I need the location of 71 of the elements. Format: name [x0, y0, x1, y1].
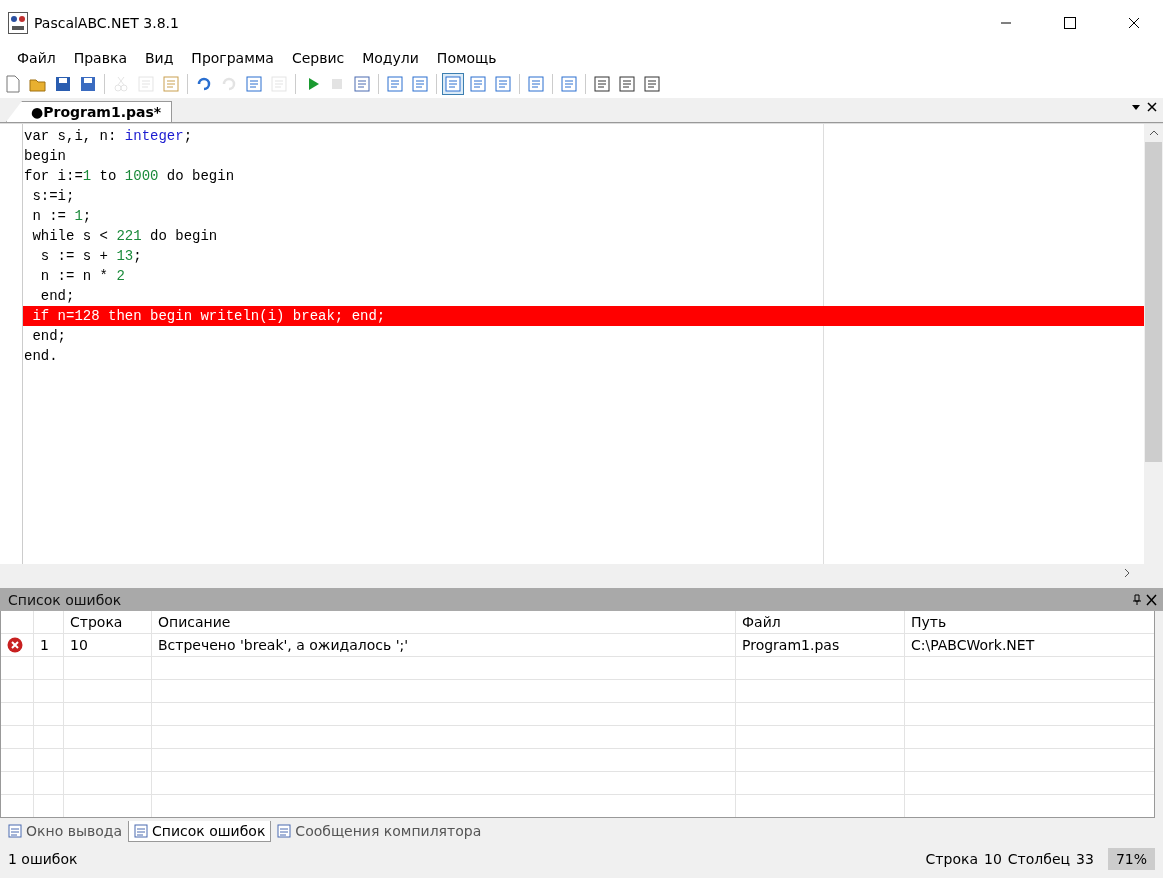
column-header[interactable]: Файл: [736, 611, 905, 634]
panel-tab[interactable]: Сообщения компилятора: [271, 821, 488, 842]
code-line: s:=i;: [31, 187, 76, 206]
toolbar-icon: [643, 75, 661, 93]
column-header[interactable]: Строка: [64, 611, 152, 634]
menu-item[interactable]: Сервис: [282, 50, 354, 66]
menu-item[interactable]: Правка: [64, 50, 136, 66]
window-title: PascalABC.NET 3.8.1: [34, 15, 180, 31]
table-cell-text: C:\PABCWork.NET: [910, 636, 1036, 655]
panel-tab[interactable]: Окно вывода: [2, 821, 129, 842]
list-icon: [8, 824, 22, 838]
list-icon: [134, 824, 149, 838]
toolbar-button[interactable]: [616, 73, 638, 95]
pin-icon[interactable]: [1131, 593, 1157, 606]
error-icon: [7, 637, 23, 653]
toolbar-icon: [162, 75, 180, 93]
menu-item[interactable]: Программа: [182, 50, 283, 66]
toolbar-icon: [593, 75, 611, 93]
toolbar-icon: [618, 75, 636, 93]
menu-item[interactable]: Файл: [8, 50, 65, 66]
panel-title: Список ошибок: [8, 591, 122, 608]
code-line: var s,i, n: integer;: [23, 127, 194, 146]
toolbar-button[interactable]: [442, 73, 464, 95]
column-header[interactable]: Путь: [905, 611, 1154, 634]
status-value: 10: [984, 851, 1002, 867]
code-line: end;: [31, 327, 67, 346]
toolbar-icon: [245, 75, 263, 93]
menu-item[interactable]: Помощь: [427, 50, 506, 66]
document-tab[interactable]: ●Program1.pas*: [6, 101, 173, 122]
toolbar-icon: [411, 75, 429, 93]
toolbar-button[interactable]: [641, 73, 663, 95]
toolbar-icon: [79, 75, 97, 93]
toolbar-icon: [494, 75, 512, 93]
panel-tab[interactable]: Список ошибок: [128, 821, 272, 842]
table-cell-text: 10: [69, 636, 89, 655]
table-cell-text: 1: [39, 636, 50, 655]
toolbar-button[interactable]: [591, 73, 613, 95]
close-icon[interactable]: [1147, 102, 1157, 112]
close-icon: [1128, 17, 1140, 29]
dropdown-icon[interactable]: [1131, 102, 1141, 112]
table-cell-text: Встречено 'break', а ожидалось ';': [157, 636, 410, 655]
list-icon: [277, 824, 292, 838]
code-line: n := n * 2: [39, 267, 126, 286]
code-line: for i:=1 to 1000 do begin: [23, 167, 236, 186]
toolbar-icon: [386, 75, 404, 93]
table-cell-text: Program1.pas: [741, 636, 841, 655]
app-logo-icon: [8, 12, 28, 34]
code-line: end;: [39, 287, 76, 306]
status-value: 33: [1076, 851, 1094, 867]
menu-item[interactable]: Вид: [135, 50, 183, 66]
toolbar-icon: [444, 75, 462, 93]
toolbar-icon: [469, 75, 487, 93]
menu-item[interactable]: Модули: [353, 50, 428, 66]
toolbar-icon: [560, 75, 578, 93]
code-line: n := 1;: [31, 207, 93, 226]
scissors-icon: [112, 75, 130, 93]
code-line: end.: [23, 347, 59, 366]
floppy-icon: [54, 75, 72, 93]
maximize-icon: [1064, 17, 1076, 29]
status-label: Строка: [925, 851, 978, 867]
code-line: begin: [23, 147, 67, 166]
status-message: 1 ошибок: [8, 851, 79, 867]
toolbar-icon: [527, 75, 545, 93]
code-line: s := s + 13;: [39, 247, 143, 266]
zoom-level: 71%: [1107, 848, 1155, 870]
code-line: while s < 221 do begin: [31, 227, 219, 246]
column-header[interactable]: Описание: [152, 611, 736, 634]
toolbar-icon: [4, 75, 22, 93]
vertical-scrollbar[interactable]: [1144, 124, 1163, 564]
status-label: Столбец: [1007, 851, 1071, 867]
toolbar-icon: [353, 75, 371, 93]
